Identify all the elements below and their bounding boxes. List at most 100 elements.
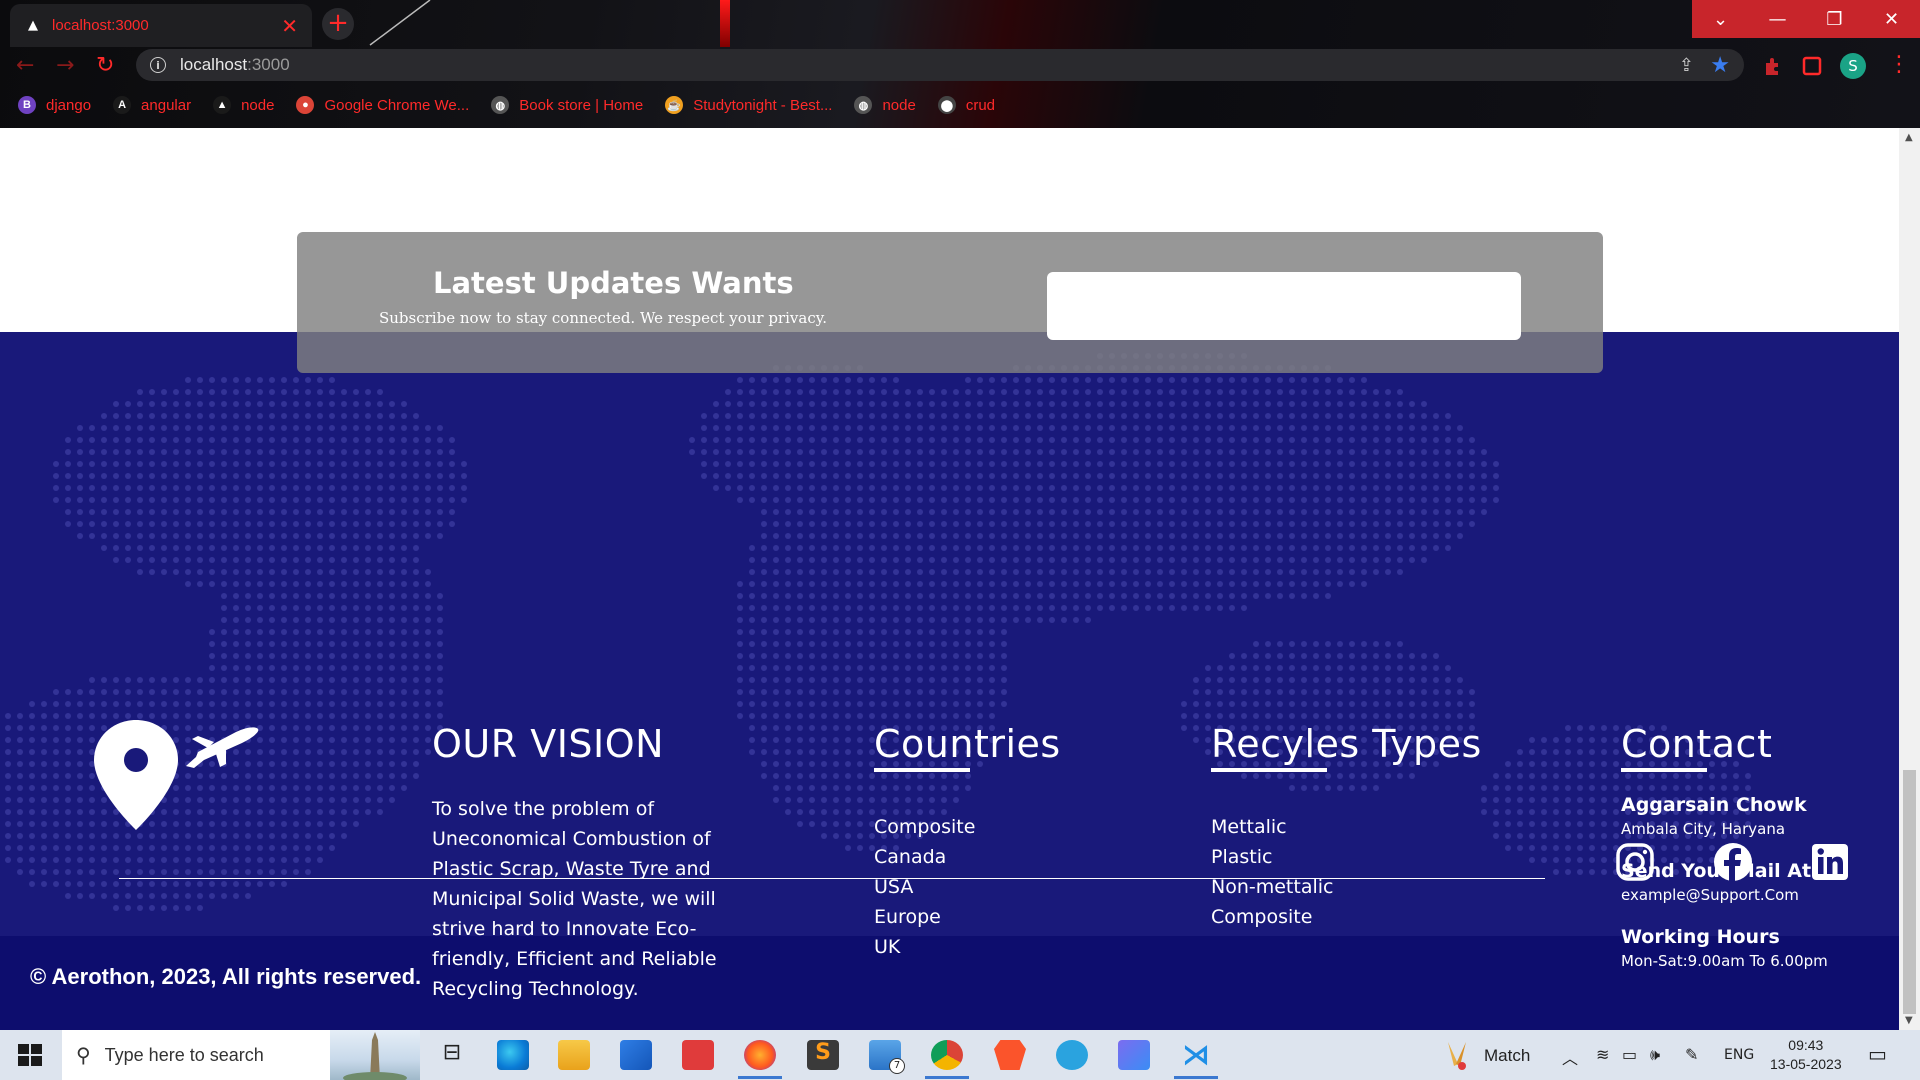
- scroll-up-icon[interactable]: ▲: [1905, 132, 1913, 143]
- bookmark-item[interactable]: ◍ Book store | Home: [491, 96, 643, 114]
- battery-icon[interactable]: ▭: [1622, 1045, 1637, 1064]
- map-dot: [1121, 581, 1127, 587]
- list-item[interactable]: UK: [874, 932, 1061, 962]
- map-dot: [1265, 389, 1271, 395]
- scrollbar-thumb[interactable]: [1903, 770, 1916, 1014]
- map-dot: [1289, 545, 1295, 551]
- map-dot: [1229, 593, 1235, 599]
- list-item[interactable]: Composite: [874, 812, 1061, 842]
- map-dot: [1313, 509, 1319, 515]
- list-item[interactable]: Plastic: [1211, 842, 1482, 872]
- new-tab-button[interactable]: +: [322, 8, 354, 40]
- bookmark-star-icon[interactable]: ★: [1710, 53, 1730, 78]
- map-dot: [977, 437, 983, 443]
- map-dot: [749, 593, 755, 599]
- map-dot: [773, 497, 779, 503]
- browser-menu-icon[interactable]: ⋮: [1888, 52, 1910, 77]
- site-info-icon[interactable]: i: [150, 57, 166, 73]
- windows-start-icon[interactable]: [18, 1044, 42, 1066]
- map-dot: [281, 461, 287, 467]
- bookmark-item[interactable]: ☕ Studytonight - Best...: [665, 96, 832, 114]
- linkedin-icon[interactable]: [1810, 842, 1850, 882]
- extensions-puzzle-icon[interactable]: [1762, 55, 1784, 77]
- system-clock[interactable]: 09:43 13-05-2023: [1770, 1036, 1842, 1074]
- share-icon[interactable]: ⇪: [1679, 55, 1694, 76]
- telegram-icon[interactable]: [1056, 1040, 1088, 1070]
- map-dot: [1025, 581, 1031, 587]
- restore-button[interactable]: ❐: [1806, 0, 1863, 38]
- side-panel-icon[interactable]: [1801, 55, 1823, 77]
- page-scrollbar[interactable]: ▲ ▼: [1899, 128, 1920, 1030]
- bookmark-item[interactable]: ⬤ crud: [937, 96, 995, 114]
- bookmark-item[interactable]: ▲ node: [213, 96, 274, 114]
- map-dot: [41, 701, 47, 707]
- minimize-button[interactable]: —: [1749, 0, 1806, 38]
- facebook-icon[interactable]: [1713, 842, 1753, 882]
- back-icon[interactable]: ←: [16, 53, 34, 78]
- edge-icon[interactable]: [497, 1040, 529, 1070]
- bookmark-item[interactable]: Aangular: [113, 96, 191, 114]
- tab-search-icon[interactable]: ⌄: [1692, 0, 1749, 38]
- list-item[interactable]: USA: [874, 872, 1061, 902]
- map-dot: [977, 653, 983, 659]
- volume-icon[interactable]: 🕪: [1650, 1045, 1660, 1065]
- map-dot: [1337, 473, 1343, 479]
- map-dot: [1157, 569, 1163, 575]
- map-dot: [737, 461, 743, 467]
- map-dot: [929, 437, 935, 443]
- language-indicator[interactable]: ENG: [1724, 1047, 1754, 1063]
- tab-close-icon[interactable]: ✕: [281, 14, 298, 38]
- map-dot: [221, 521, 227, 527]
- map-dot: [437, 521, 443, 527]
- map-dot: [221, 509, 227, 515]
- bookmark-item[interactable]: ◍ node: [854, 96, 916, 114]
- address-bar[interactable]: i localhost:3000 ⇪ ★: [136, 49, 1744, 81]
- reload-icon[interactable]: ↻: [96, 53, 114, 78]
- notification-icon[interactable]: ▭: [1868, 1042, 1887, 1066]
- map-dot: [773, 689, 779, 695]
- map-dot: [1433, 413, 1439, 419]
- file-explorer-icon[interactable]: [558, 1040, 590, 1070]
- mail-value[interactable]: example@Support.Com: [1621, 886, 1881, 904]
- list-item[interactable]: Composite: [1211, 902, 1482, 932]
- profile-avatar[interactable]: S: [1840, 53, 1866, 79]
- map-dot: [1001, 653, 1007, 659]
- instagram-icon[interactable]: [1615, 842, 1655, 882]
- map-dot: [905, 593, 911, 599]
- map-dot: [341, 545, 347, 551]
- list-item[interactable]: Non-mettalic: [1211, 872, 1482, 902]
- mail-icon[interactable]: 7: [869, 1040, 905, 1074]
- task-view-icon[interactable]: ⊟: [436, 1040, 468, 1070]
- network-icon[interactable]: ≋: [1596, 1045, 1609, 1064]
- map-dot: [281, 737, 287, 743]
- map-dot: [65, 833, 71, 839]
- map-dot: [1265, 401, 1271, 407]
- copilot-icon[interactable]: [1118, 1040, 1150, 1070]
- list-item[interactable]: Mettalic: [1211, 812, 1482, 842]
- pen-icon[interactable]: ✎: [1685, 1045, 1698, 1064]
- cricket-bat-icon[interactable]: [1440, 1038, 1474, 1072]
- map-dot: [365, 809, 371, 815]
- gift-app-icon[interactable]: [682, 1040, 714, 1070]
- weather-widget-label[interactable]: Match: [1484, 1046, 1530, 1066]
- scroll-down-icon[interactable]: ▼: [1905, 1015, 1913, 1026]
- forward-icon[interactable]: →: [56, 53, 74, 78]
- chrome-icon[interactable]: [931, 1040, 963, 1070]
- sublime-text-icon[interactable]: S: [807, 1040, 839, 1070]
- newsletter-email-input[interactable]: [1047, 272, 1521, 340]
- tray-chevron-icon[interactable]: ︿: [1562, 1045, 1578, 1069]
- taskbar-search[interactable]: ⚲ Type here to search: [62, 1030, 420, 1080]
- vscode-icon[interactable]: ⋊: [1180, 1040, 1212, 1070]
- close-window-button[interactable]: ✕: [1863, 0, 1920, 38]
- brave-icon[interactable]: [994, 1040, 1026, 1070]
- map-dot: [845, 497, 851, 503]
- browser-tab[interactable]: ▲ localhost:3000 ✕: [10, 4, 312, 47]
- list-item[interactable]: Canada: [874, 842, 1061, 872]
- microsoft-store-icon[interactable]: [620, 1040, 652, 1070]
- map-dot: [1589, 797, 1595, 803]
- list-item[interactable]: Europe: [874, 902, 1061, 932]
- firefox-icon[interactable]: [744, 1040, 776, 1070]
- bookmark-item[interactable]: ● Google Chrome We...: [296, 96, 469, 114]
- bookmark-item[interactable]: Bdjango: [18, 96, 91, 114]
- map-dot: [1337, 461, 1343, 467]
